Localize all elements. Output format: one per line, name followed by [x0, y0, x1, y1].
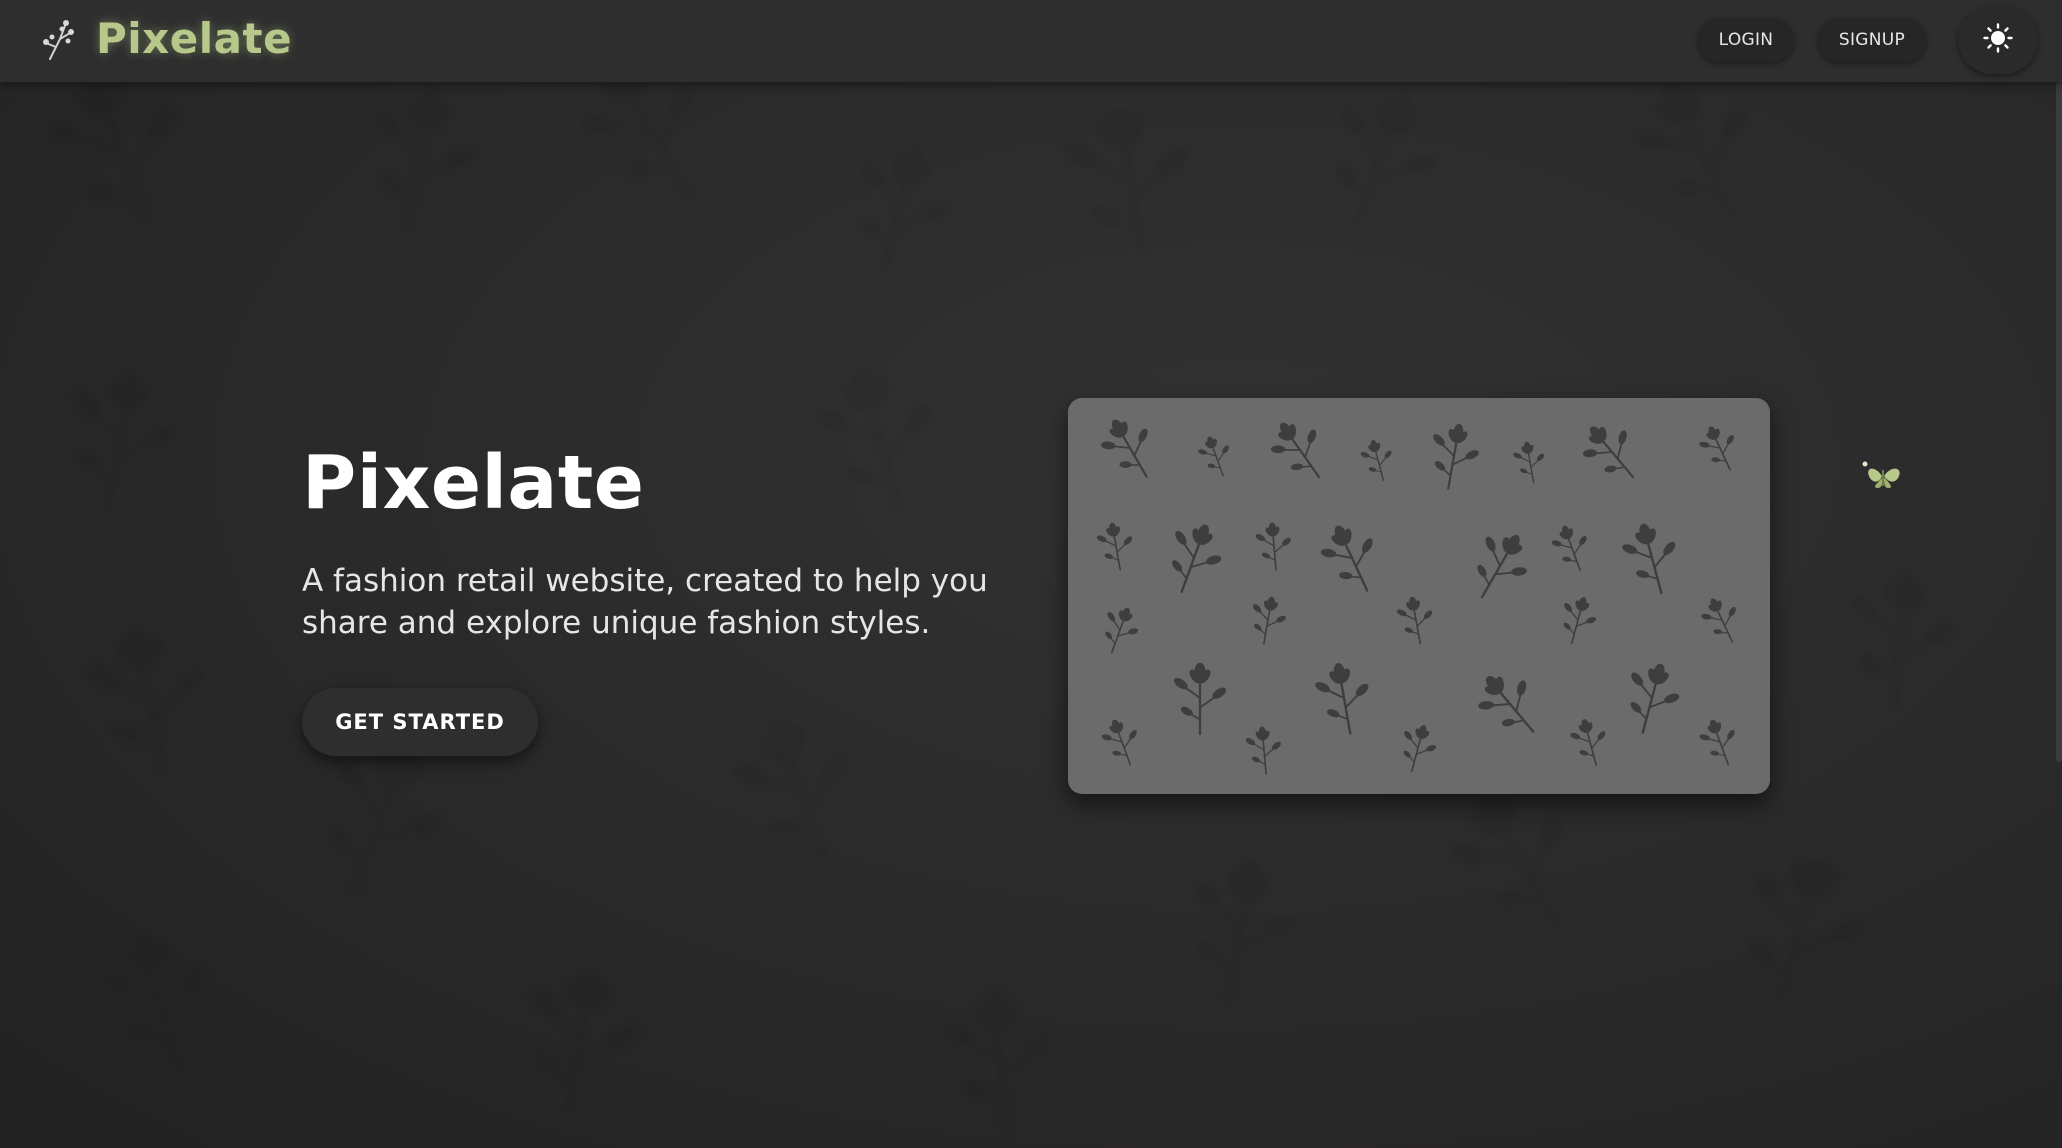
scrollbar[interactable] — [2056, 82, 2062, 762]
get-started-button[interactable]: GET STARTED — [302, 688, 538, 756]
page: Pixelate LOGIN SIGNUP Pixelate A fashion… — [0, 0, 2062, 1148]
background-sprig — [50, 80, 176, 220]
background-sprig — [733, 720, 848, 860]
background-sprig — [100, 931, 207, 1070]
background-sprig — [87, 630, 203, 770]
background-sprig — [1194, 860, 1295, 1000]
background-sprig — [530, 970, 639, 1110]
floral-pattern-image — [1068, 398, 1770, 794]
background-sprig — [860, 147, 950, 276]
background-sprig — [328, 750, 444, 890]
flower-sprig-icon — [40, 17, 76, 61]
hero-subtitle: A fashion retail website, created to hel… — [302, 563, 988, 641]
navbar: Pixelate LOGIN SIGNUP — [0, 0, 2062, 82]
background-sprig — [1451, 792, 1562, 930]
sun-icon — [1983, 23, 2013, 57]
background-sprig — [1851, 570, 1954, 710]
background-sprig — [945, 990, 1051, 1130]
background-sprig — [815, 370, 931, 510]
background-sprig — [1063, 110, 1187, 250]
theme-toggle-button[interactable] — [1958, 6, 2038, 74]
butterfly-icon — [1860, 458, 1908, 496]
hero-title: Pixelate — [302, 440, 645, 526]
brand-name: Pixelate — [96, 14, 293, 63]
background-sprig — [1335, 93, 1435, 230]
background-sprig — [1749, 860, 1864, 1000]
background-sprig — [1632, 80, 1745, 220]
background-sprig — [374, 90, 475, 230]
login-button[interactable]: LOGIN — [1698, 18, 1794, 62]
brand[interactable]: Pixelate — [40, 14, 292, 63]
signup-button[interactable]: SIGNUP — [1818, 18, 1926, 62]
background-sprig — [74, 370, 175, 510]
